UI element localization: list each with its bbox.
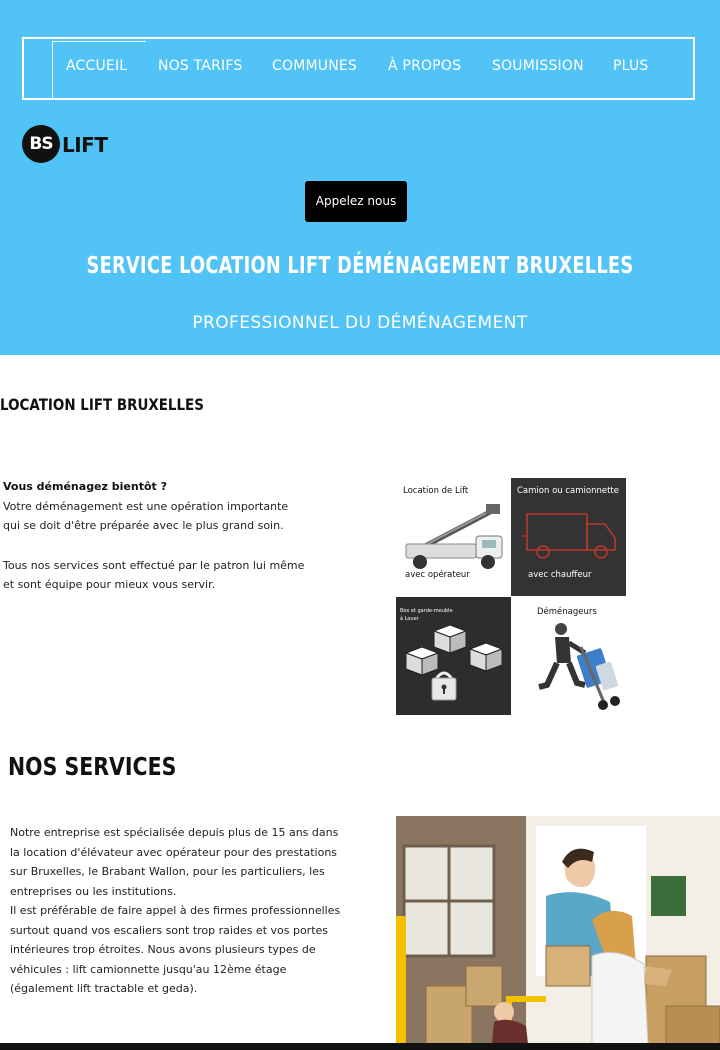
services-line: sur Bruxelles, le Brabant Wallon, pour l… [10,865,325,878]
services-line: surtout quand vos escaliers sont trop ra… [10,923,329,937]
tile-truck-rental: Camion ou camionnette avec chauffeur [511,478,626,596]
logo-mark: BS [22,125,60,163]
intro-lead: Vous déménagez bientôt ? [3,480,167,493]
mover-icon [538,623,620,710]
services-line: Notre entreprise est spécialisée depuis … [10,826,339,839]
logo-text: LIFT [62,133,108,157]
nav-item-nos-tarifs[interactable]: NOS TARIFS [158,58,242,78]
nav-item-a-propos[interactable]: À PROPOS [388,58,461,78]
footer-bar [0,1043,720,1050]
nav-item-accueil[interactable]: ACCUEIL [66,58,127,78]
services-line: entreprises ou les institutions. [10,884,177,898]
call-us-button[interactable]: Appelez nous [305,181,407,222]
services-line: Il est préférable de faire appel à des f… [10,904,341,917]
section-title-nos-services: NOS SERVICES [8,752,177,781]
tile-top-label: Location de Lift [403,486,469,496]
services-paragraph: Notre entreprise est spécialisée depuis … [10,823,340,999]
hero-title: SERVICE LOCATION LIFT DÉMÉNAGEMENT BRUXE… [86,253,634,279]
services-grid-image: Location de Lift avec opérateur Camion o… [396,478,627,715]
site-logo[interactable]: BS LIFT [22,125,108,163]
lift-truck-icon [405,504,503,569]
services-line: la location d'élévateur avec opérateur p… [10,845,338,859]
section-title-location-lift: LOCATION LIFT BRUXELLES [0,395,204,414]
intro-line: et sont équipe pour mieux vous servir. [3,578,216,591]
services-line: (également lift tractable et geda). [10,982,198,995]
tile-storage: Box et garde-meuble à Louer [396,597,511,715]
storage-lock-icon [404,624,504,701]
tile-movers: Déménageurs [511,597,626,715]
intro-line: Votre déménagement est une opération imp… [3,499,289,513]
tile-bottom-label: avec opérateur [405,570,470,580]
van-icon [521,513,616,559]
services-line: intérieures trop étroites. Nous avons pl… [10,943,316,956]
tile-top-label: Camion ou camionnette [517,486,619,496]
moving-family-photo [396,816,720,1044]
tile-top-label: Déménageurs [537,607,597,617]
hero-banner: ACCUEIL NOS TARIFS COMMUNES À PROPOS SOU… [0,0,720,355]
services-line: véhicules : lift camionnette jusqu'au 12… [10,962,287,976]
intro-line: qui se doit d'être préparée avec le plus… [3,519,284,532]
tile-bottom-label: avec chauffeur [528,570,592,580]
hero-subtitle: PROFESSIONNEL DU DÉMÉNAGEMENT [192,313,528,333]
nav-item-communes[interactable]: COMMUNES [272,58,357,78]
intro-paragraph: Vous déménagez bientôt ? Votre déménagem… [3,477,304,595]
intro-line: Tous nos services sont effectué par le p… [3,558,305,572]
tile-lift-rental: Location de Lift avec opérateur [396,478,511,596]
nav-item-soumission[interactable]: SOUMISSION [492,58,584,78]
nav-item-plus[interactable]: PLUS [613,58,648,78]
